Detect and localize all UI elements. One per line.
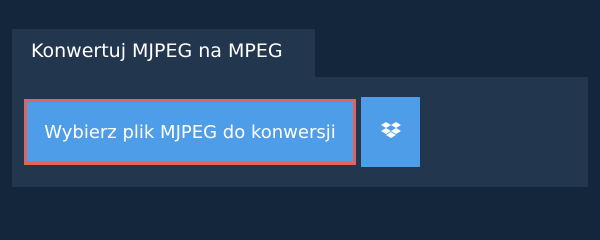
tab-title: Konwertuj MJPEG na MPEG (31, 40, 283, 62)
converter-tab: Konwertuj MJPEG na MPEG (12, 29, 315, 77)
choose-file-button[interactable]: Wybierz plik MJPEG do konwersji (24, 99, 356, 165)
dropbox-icon (380, 122, 401, 138)
choose-file-label: Wybierz plik MJPEG do konwersji (44, 121, 336, 143)
dropbox-button[interactable] (361, 97, 420, 167)
